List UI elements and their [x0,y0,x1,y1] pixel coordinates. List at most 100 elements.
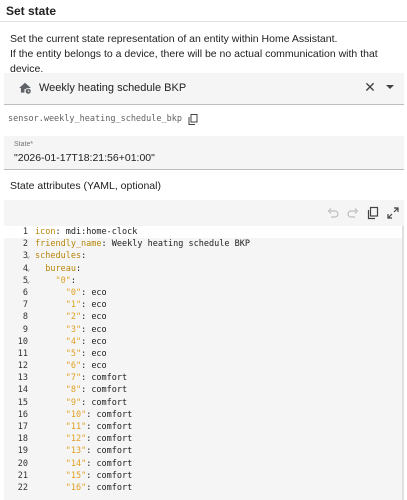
code-line[interactable]: 21 "15": comfort [4,470,404,482]
code-text: "0": eco [65,287,107,298]
fold-chevron-icon[interactable]: ⌄ [26,250,32,262]
code-text: "3": eco [65,324,107,335]
code-text: "12": comfort [65,434,133,445]
line-number: 19 [17,446,28,457]
description: Set the current state representation of … [0,22,407,77]
code-text: "10": comfort [65,409,133,420]
yaml-key: "9" [65,397,82,408]
code-line[interactable]: 4 ⌄ bureau: [4,263,404,275]
code-line[interactable]: 16 "10": comfort [4,409,404,421]
code-line[interactable]: 18 "12": comfort [4,433,404,445]
code-line[interactable]: 6 "0": eco [4,287,404,299]
copy-content-icon[interactable] [366,206,380,220]
yaml-key: "14" [65,458,87,469]
page-title: Set state [0,0,407,22]
state-label: State* [14,141,34,148]
line-number: 15 [17,397,28,408]
fullscreen-icon[interactable] [386,206,400,220]
yaml-key: icon [35,227,56,237]
entity-id-row: sensor.weekly_heating_schedule_bkp [8,112,198,126]
yaml-editor[interactable]: 1 icon: mdi:home-clock 2 friendly_name: Wee… [4,200,404,500]
editor-toolbar [4,200,404,226]
code-text: "11": comfort [65,422,133,432]
yaml-key: "13" [65,446,87,457]
code-text: friendly_name: Weekly heating schedule B… [35,239,250,250]
code-line[interactable]: 8 "2": eco [4,311,404,323]
code-text: "15": comfort [65,470,133,481]
line-number: 2 [22,239,28,250]
entity-name: Weekly heating schedule BKP [39,82,187,94]
yaml-key: "4" [65,336,82,347]
code-text: "9": comfort [65,397,128,408]
code-line[interactable]: 17 "11": comfort [4,421,404,433]
fold-chevron-icon[interactable]: ⌄ [26,275,32,287]
code-line[interactable]: 20 "14": comfort [4,458,404,470]
yaml-key: "7" [65,373,82,384]
code-text: "4": eco [65,336,107,347]
code-line[interactable]: 3 ⌄ schedules: [4,250,404,262]
code-text: "16": comfort [65,482,133,493]
line-number: 17 [17,422,28,432]
code-text: "2": eco [65,312,107,323]
redo-icon[interactable] [346,206,360,220]
yaml-key: "12" [65,434,87,445]
line-number: 4 [22,263,28,274]
yaml-key: schedules [35,251,82,262]
home-clock-icon [19,82,32,95]
line-number: 20 [17,458,28,469]
line-number: 8 [22,312,28,323]
code-text: icon: mdi:home-clock [35,227,138,237]
code-line[interactable]: 13 "7": comfort [4,372,404,384]
clear-icon[interactable]: ✕ [362,79,378,95]
code-line[interactable]: 14 "8": comfort [4,384,404,396]
line-number: 22 [17,482,28,493]
yaml-key: "3" [65,324,82,335]
code-line[interactable]: 5 ⌄ "0": [4,275,404,287]
line-number: 5 [22,275,28,286]
yaml-key: "10" [65,409,87,420]
code-line[interactable]: 7 "1": eco [4,299,404,311]
code-line[interactable]: 15 "9": comfort [4,397,404,409]
line-number: 7 [22,300,28,311]
code-text: "13": comfort [65,446,133,457]
fold-chevron-icon[interactable]: ⌄ [26,263,32,275]
code-line[interactable]: 9 "3": eco [4,324,404,336]
yaml-key: bureau [45,263,76,274]
yaml-key: "1" [65,300,82,311]
code-line[interactable]: 1 icon: mdi:home-clock [4,226,404,239]
code-line[interactable]: 2 friendly_name: Weekly heating schedule … [4,238,404,250]
line-number: 14 [17,385,28,396]
code-text: schedules: [35,251,87,262]
scrollbar[interactable] [402,226,404,500]
line-number: 9 [22,324,28,335]
code-line[interactable]: 22 "16": comfort [4,482,404,494]
code-line[interactable]: 12 "6": eco [4,360,404,372]
code-line[interactable]: 11 "5": eco [4,348,404,360]
code-text: bureau: [45,263,82,274]
yaml-key: "0" [65,287,82,298]
code-area[interactable]: 1 icon: mdi:home-clock 2 friendly_name: Wee… [4,226,404,500]
code-text: "1": eco [65,300,107,311]
code-text: "8": comfort [65,385,128,396]
line-number: 13 [17,373,28,384]
copy-icon[interactable] [188,113,198,125]
yaml-key: "2" [65,312,82,323]
entity-picker[interactable]: Weekly heating schedule BKP ✕ [4,73,404,105]
description-line-1: Set the current state representation of … [10,33,338,45]
yaml-key: "11" [65,422,87,432]
line-number: 11 [17,348,28,359]
line-number: 16 [17,409,28,420]
code-line[interactable]: 19 "13": comfort [4,445,404,457]
yaml-key: "15" [65,470,87,481]
yaml-key: friendly_name [35,239,102,250]
code-text: "14": comfort [65,458,133,469]
undo-icon[interactable] [326,206,340,220]
code-line[interactable]: 10 "4": eco [4,336,404,348]
state-input[interactable]: "2026-01-17T18:21:56+01:00" [14,152,155,164]
entity-id: sensor.weekly_heating_schedule_bkp [8,114,182,124]
code-text: "7": comfort [65,373,128,384]
state-field[interactable]: State* "2026-01-17T18:21:56+01:00" [4,136,404,170]
code-text: "6": eco [65,361,107,372]
chevron-down-icon[interactable] [384,80,396,94]
yaml-key: "0" [55,275,71,286]
